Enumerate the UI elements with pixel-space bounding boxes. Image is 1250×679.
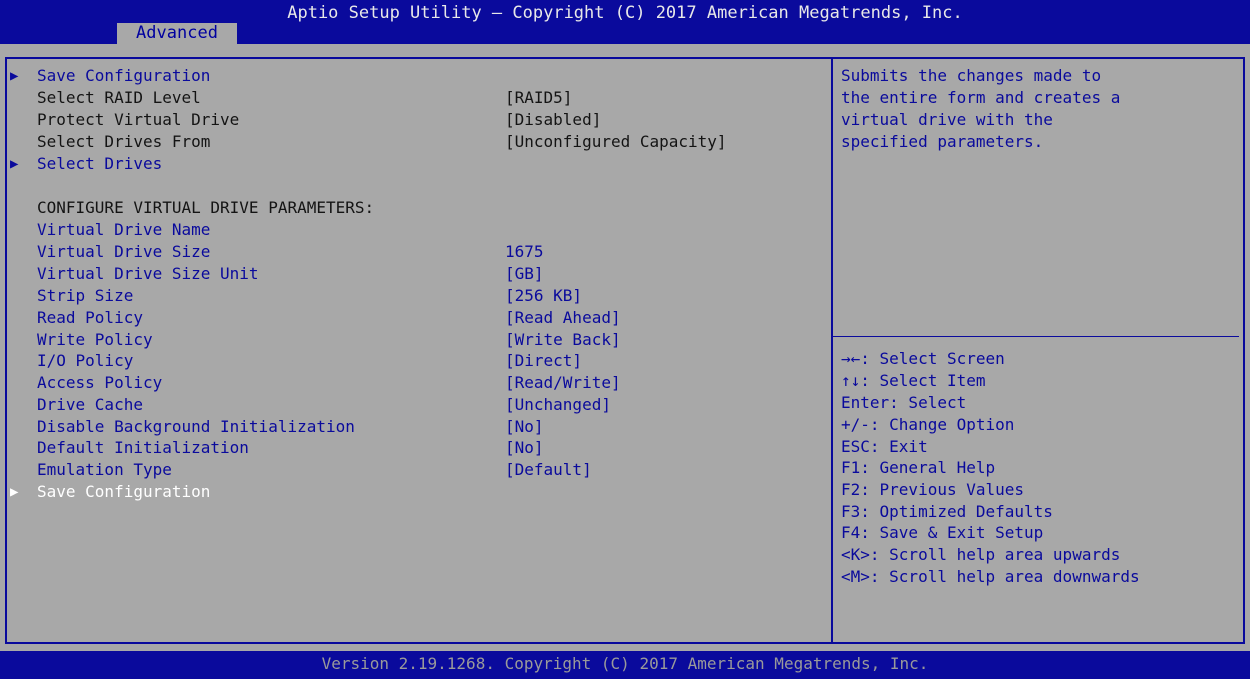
setting-virtual-drive-name[interactable]: Virtual Drive Name xyxy=(10,219,210,241)
tab-advanced[interactable]: Advanced xyxy=(117,23,237,44)
section-heading-label: CONFIGURE VIRTUAL DRIVE PARAMETERS: xyxy=(37,198,375,217)
setting-virtual-drive-size-unit[interactable]: Virtual Drive Size Unit [GB] xyxy=(10,263,544,285)
setting-value[interactable]: [Default] xyxy=(505,459,592,481)
help-text-line: virtual drive with the xyxy=(841,110,1053,129)
setting-label: Virtual Drive Name xyxy=(37,220,211,239)
setting-default-initialization[interactable]: Default Initialization [No] xyxy=(10,437,544,459)
setting-protect-virtual-drive[interactable]: Protect Virtual Drive [Disabled] xyxy=(10,109,601,131)
setting-label: Virtual Drive Size xyxy=(37,242,211,261)
panel-divider xyxy=(831,57,833,644)
setting-virtual-drive-size[interactable]: Virtual Drive Size 1675 xyxy=(10,241,544,263)
setting-value[interactable]: [GB] xyxy=(505,263,544,285)
setting-label: Emulation Type xyxy=(37,460,172,479)
setting-value[interactable]: [No] xyxy=(505,416,544,438)
submenu-arrow-icon: ▶ xyxy=(10,484,19,500)
key-hint-f2: F2: Previous Values xyxy=(841,480,1025,499)
setting-label: Access Policy xyxy=(37,373,163,392)
utility-title: Aptio Setup Utility – Copyright (C) 2017… xyxy=(287,3,963,23)
footer-bar: Version 2.19.1268. Copyright (C) 2017 Am… xyxy=(0,651,1250,679)
key-hint-f3: F3: Optimized Defaults xyxy=(841,502,1053,521)
setting-value[interactable]: [No] xyxy=(505,437,544,459)
setting-value[interactable]: [256 KB] xyxy=(505,285,582,307)
key-hint-f1: F1: General Help xyxy=(841,458,996,477)
setting-value[interactable]: [Write Back] xyxy=(505,329,621,351)
setting-label: Drive Cache xyxy=(37,395,143,414)
setting-label: Strip Size xyxy=(37,286,134,305)
setting-label: Default Initialization xyxy=(37,438,249,457)
setting-drive-cache[interactable]: Drive Cache [Unchanged] xyxy=(10,394,611,416)
section-heading: CONFIGURE VIRTUAL DRIVE PARAMETERS: xyxy=(10,197,374,219)
menu-item-save-configuration-top[interactable]: ▶ Save Configuration xyxy=(10,65,210,87)
setting-value[interactable]: [Read Ahead] xyxy=(505,307,621,329)
setting-value[interactable]: [Disabled] xyxy=(505,109,601,131)
setting-value[interactable]: [Read/Write] xyxy=(505,372,621,394)
key-hint-scroll-up: <K>: Scroll help area upwards xyxy=(841,545,1121,564)
setting-select-drives-from[interactable]: Select Drives From [Unconfigured Capacit… xyxy=(10,131,727,153)
setting-value[interactable]: [RAID5] xyxy=(505,87,572,109)
help-text-line: the entire form and creates a xyxy=(841,88,1121,107)
setting-value[interactable]: [Unconfigured Capacity] xyxy=(505,131,727,153)
help-text-line: Submits the changes made to xyxy=(841,66,1102,85)
key-hint-esc: ESC: Exit xyxy=(841,437,928,456)
menu-item-select-drives[interactable]: ▶ Select Drives xyxy=(10,153,162,175)
key-hint-scroll-down: <M>: Scroll help area downwards xyxy=(841,567,1140,586)
setting-label: I/O Policy xyxy=(37,351,134,370)
setting-io-policy[interactable]: I/O Policy [Direct] xyxy=(10,350,582,372)
setting-write-policy[interactable]: Write Policy [Write Back] xyxy=(10,329,621,351)
setting-read-policy[interactable]: Read Policy [Read Ahead] xyxy=(10,307,621,329)
setting-value[interactable]: 1675 xyxy=(505,241,544,263)
key-hint-select-screen: →←: Select Screen xyxy=(841,349,1005,368)
menu-item-label: Save Configuration xyxy=(37,66,211,85)
setting-label: Virtual Drive Size Unit xyxy=(37,264,259,283)
setting-label: Disable Background Initialization xyxy=(37,417,355,436)
title-bar: Aptio Setup Utility – Copyright (C) 2017… xyxy=(0,0,1250,44)
setting-value[interactable]: [Unchanged] xyxy=(505,394,611,416)
setting-label: Protect Virtual Drive xyxy=(37,110,240,129)
submenu-arrow-icon: ▶ xyxy=(10,156,19,172)
key-hint-select-item: ↑↓: Select Item xyxy=(841,371,986,390)
setting-label: Select RAID Level xyxy=(37,88,201,107)
setting-label: Select Drives From xyxy=(37,132,211,151)
setting-label: Write Policy xyxy=(37,330,153,349)
submenu-arrow-icon: ▶ xyxy=(10,68,19,84)
setting-value[interactable]: [Direct] xyxy=(505,350,582,372)
menu-item-label: Select Drives xyxy=(37,154,163,173)
key-hint-f4: F4: Save & Exit Setup xyxy=(841,523,1044,542)
setting-access-policy[interactable]: Access Policy [Read/Write] xyxy=(10,372,621,394)
key-hint-enter: Enter: Select xyxy=(841,393,967,412)
help-text-line: specified parameters. xyxy=(841,132,1044,151)
version-text: Version 2.19.1268. Copyright (C) 2017 Am… xyxy=(321,654,929,673)
setting-emulation-type[interactable]: Emulation Type [Default] xyxy=(10,459,592,481)
menu-item-save-configuration-selected[interactable]: ▶ Save Configuration xyxy=(10,481,210,503)
setting-raid-level[interactable]: Select RAID Level [RAID5] xyxy=(10,87,572,109)
setting-label: Read Policy xyxy=(37,308,143,327)
menu-item-label: Save Configuration xyxy=(37,482,211,501)
setting-disable-background-init[interactable]: Disable Background Initialization [No] xyxy=(10,416,544,438)
setting-strip-size[interactable]: Strip Size [256 KB] xyxy=(10,285,582,307)
help-divider xyxy=(833,336,1239,337)
key-hint-change-option: +/-: Change Option xyxy=(841,415,1015,434)
